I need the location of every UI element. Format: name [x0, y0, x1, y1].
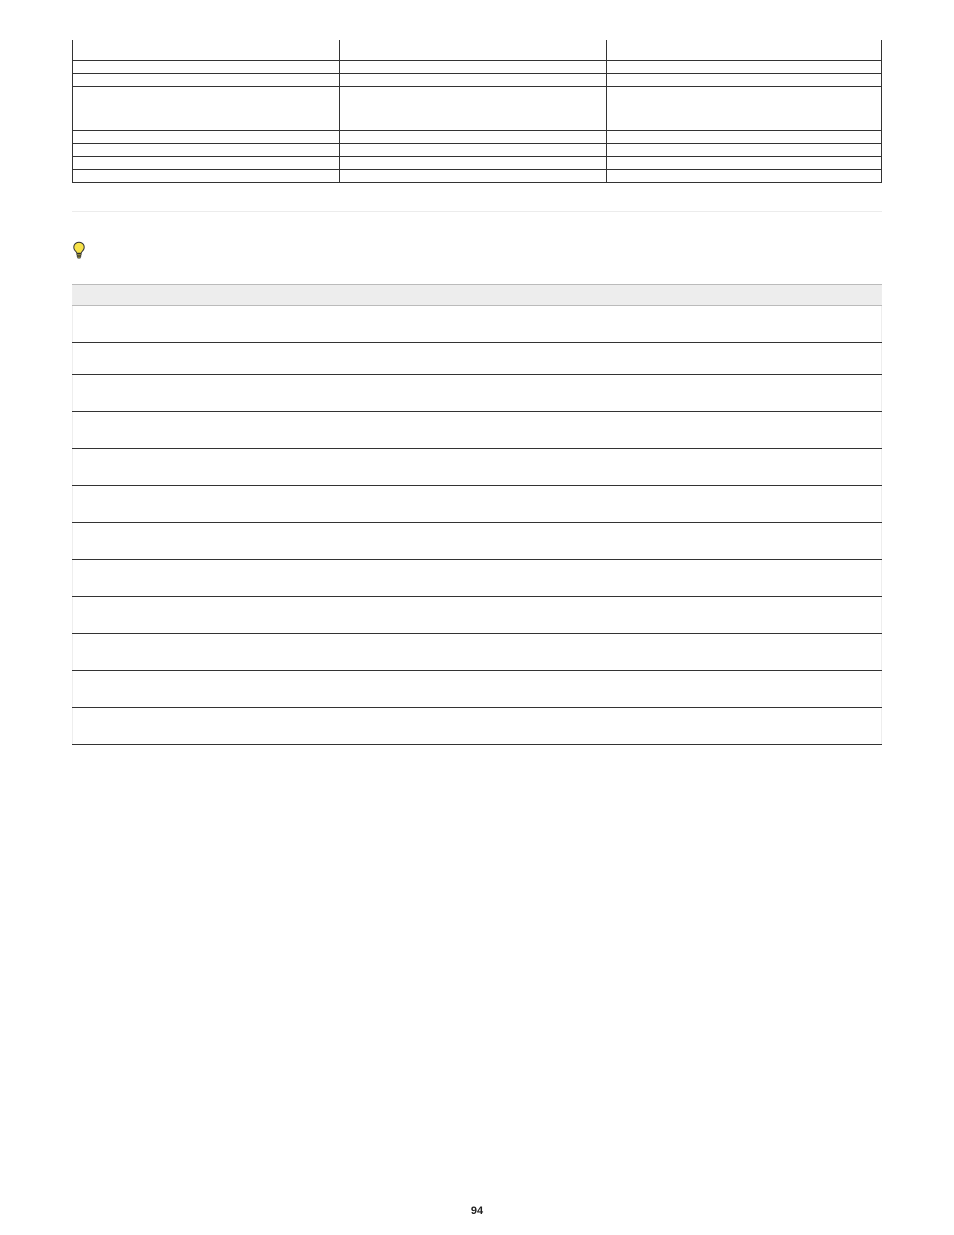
cell: [339, 156, 606, 169]
cell: [73, 707, 340, 744]
table-row: [73, 448, 882, 485]
table-row: [73, 130, 882, 143]
table-row: [73, 522, 882, 559]
table-row: [73, 305, 882, 342]
cell: [339, 73, 606, 86]
table-row: [73, 596, 882, 633]
tip-callout: [72, 240, 882, 264]
cell: [606, 374, 881, 411]
cell: [606, 305, 881, 342]
cell: [606, 522, 881, 559]
cell: [339, 374, 606, 411]
cell: [339, 40, 606, 60]
cell: [73, 60, 340, 73]
cell: [606, 342, 881, 374]
cell: [339, 305, 606, 342]
cell: [339, 448, 606, 485]
table-row: [73, 40, 882, 60]
cell: [73, 73, 340, 86]
cell: [73, 485, 340, 522]
cell: [606, 670, 881, 707]
table-row: [73, 156, 882, 169]
table-header-row: [73, 284, 882, 305]
cell: [339, 633, 606, 670]
cell: [73, 411, 340, 448]
document-page: 94: [0, 0, 954, 1235]
cell: [339, 670, 606, 707]
cell: [606, 143, 881, 156]
column-header: [73, 284, 340, 305]
cell: [73, 305, 340, 342]
table-row: [73, 374, 882, 411]
cell: [606, 633, 881, 670]
cell: [606, 485, 881, 522]
table-row: [73, 670, 882, 707]
cell: [73, 40, 340, 60]
cell: [73, 448, 340, 485]
cell: [606, 707, 881, 744]
cell: [606, 596, 881, 633]
table-row: [73, 342, 882, 374]
table-row: [73, 633, 882, 670]
cell: [606, 40, 881, 60]
cell: [606, 86, 881, 130]
cell: [339, 596, 606, 633]
cell: [339, 707, 606, 744]
cell: [339, 485, 606, 522]
cell: [73, 522, 340, 559]
cell: [73, 86, 340, 130]
table-row: [73, 143, 882, 156]
cell: [339, 522, 606, 559]
cell: [73, 633, 340, 670]
cell: [339, 130, 606, 143]
cell: [339, 86, 606, 130]
cell: [606, 169, 881, 182]
lightbulb-icon: [72, 241, 86, 264]
cell: [606, 448, 881, 485]
table-row: [73, 485, 882, 522]
cell: [339, 411, 606, 448]
cell: [73, 130, 340, 143]
main-table: [72, 284, 882, 745]
cell: [73, 374, 340, 411]
cell: [606, 60, 881, 73]
cell: [73, 559, 340, 596]
cell: [339, 342, 606, 374]
cell: [606, 73, 881, 86]
cell: [606, 559, 881, 596]
cell: [73, 156, 340, 169]
cell: [606, 156, 881, 169]
cell: [73, 143, 340, 156]
cell: [339, 143, 606, 156]
table-row: [73, 73, 882, 86]
page-number: 94: [0, 1205, 954, 1217]
column-header: [339, 284, 606, 305]
cell: [73, 670, 340, 707]
cell: [606, 130, 881, 143]
cell: [73, 342, 340, 374]
column-header: [606, 284, 881, 305]
table-row: [73, 86, 882, 130]
section-divider: [72, 211, 882, 212]
cell: [339, 169, 606, 182]
table-row: [73, 411, 882, 448]
cell: [73, 596, 340, 633]
table-row: [73, 60, 882, 73]
cell: [339, 60, 606, 73]
top-table: [72, 40, 882, 183]
cell: [73, 169, 340, 182]
table-row: [73, 707, 882, 744]
cell: [339, 559, 606, 596]
table-row: [73, 559, 882, 596]
table-row: [73, 169, 882, 182]
cell: [606, 411, 881, 448]
